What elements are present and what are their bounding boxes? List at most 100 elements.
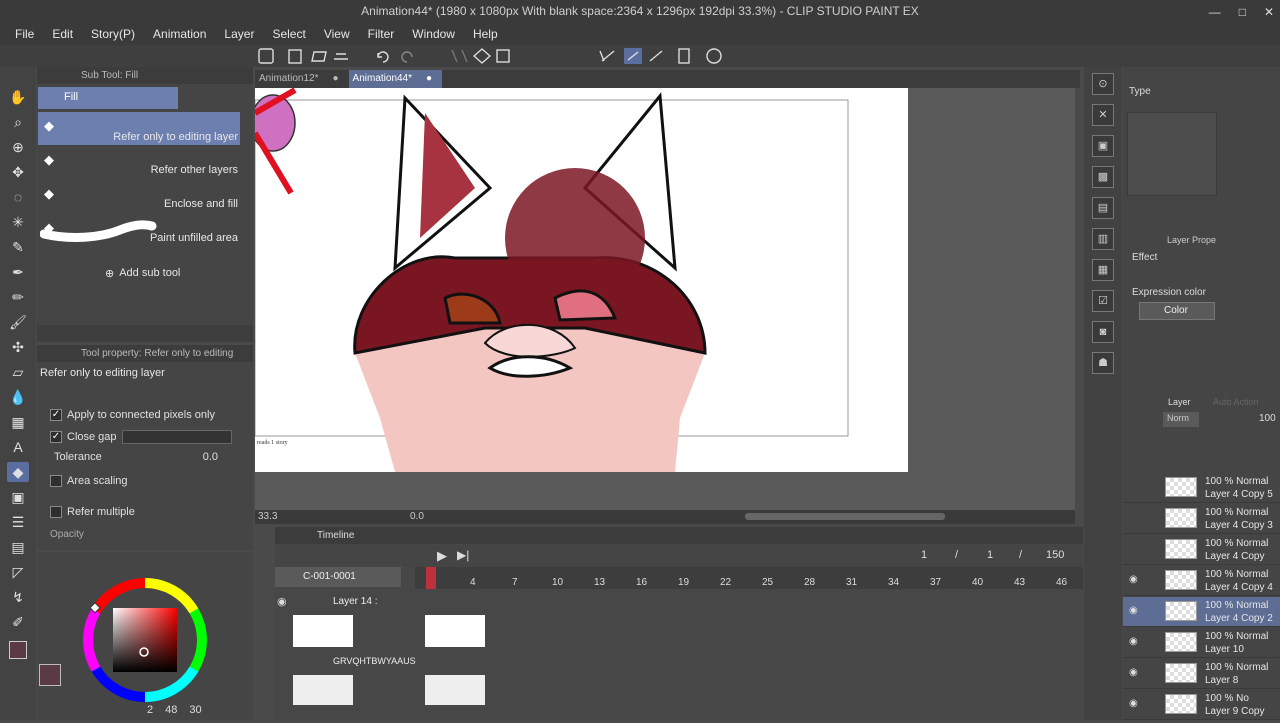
main-color-chip[interactable] [39,664,61,686]
zoom-value[interactable]: 33.3 [258,511,277,522]
tolerance-row[interactable]: Tolerance 0.0 [54,448,218,466]
eye-icon[interactable]: ◉ [1129,667,1138,678]
pen-icon[interactable]: ✒ [7,262,29,282]
image-icon[interactable]: ▦ [1092,259,1114,281]
subtool-paint-unfilled[interactable]: ◆ Paint unfilled area [38,214,240,246]
main-color-swatch[interactable] [9,641,27,659]
menu-file[interactable]: File [6,27,43,41]
text-icon[interactable]: A [7,437,29,457]
add-subtool-button[interactable]: ⊕ Add sub tool [105,267,180,280]
zoom-icon[interactable]: ⌕ [7,112,29,132]
frame-icon[interactable]: ☰ [7,512,29,532]
track-row-layer14[interactable]: ◉ Layer 14 : [275,591,1083,647]
track-cel[interactable] [425,615,485,647]
folder-icon[interactable]: ▥ [1092,228,1114,250]
menu-story[interactable]: Story(P) [82,27,144,41]
layer-row[interactable]: ◉ 100 % Normal Layer 10 [1123,628,1280,658]
maximize-button[interactable]: □ [1239,5,1246,19]
layer-property-tab[interactable]: Layer Prope [1167,235,1216,245]
canvas-viewport[interactable]: reads 1 story [255,88,1075,510]
menu-filter[interactable]: Filter [359,27,404,41]
menu-view[interactable]: View [315,27,359,41]
subtool-refer-other[interactable]: ◆ Refer other layers [38,146,240,178]
eye-icon[interactable]: ◉ [1129,574,1138,585]
dropper-icon[interactable]: ✐ [7,612,29,632]
tab-animation44[interactable]: Animation44* ● [348,70,443,88]
checkbox-checked-icon[interactable]: ✓ [50,431,62,443]
pencil-icon[interactable]: ✏ [7,287,29,307]
layer-row[interactable]: 100 % Normal Layer 4 Copy 3 [1123,504,1280,534]
menu-animation[interactable]: Animation [144,27,215,41]
eye-icon[interactable]: ◉ [1129,636,1138,647]
ruler-tool-icon[interactable]: ◸ [7,562,29,582]
close-button[interactable]: ✕ [1264,5,1274,19]
frame-ruler[interactable]: 1 4 7 10 13 16 19 22 25 28 31 34 37 40 4… [415,567,1083,589]
eye-icon[interactable]: ◉ [1129,698,1138,709]
layer-row-selected[interactable]: ◉ 100 % Normal Layer 4 Copy 2 [1123,597,1280,627]
hand-icon[interactable]: ✋ [7,87,29,107]
eye-icon[interactable]: ◉ [1129,605,1138,616]
operation-icon[interactable]: ⊕ [7,137,29,157]
brush-icon[interactable]: 🖌 [7,312,29,332]
menu-select[interactable]: Select [263,27,314,41]
layer-row[interactable]: 100 % Normal Layer 4 Copy 5 [1123,473,1280,503]
eyedropper-icon[interactable]: ✎ [7,237,29,257]
track-row-grv[interactable]: GRVQHTBWYAAUS [275,651,1083,707]
subtool-group-tab[interactable]: Fill [38,87,178,109]
checkbox-icon[interactable] [50,506,62,518]
color-wheel[interactable] [37,552,253,720]
fill-icon[interactable]: ◆ [7,462,29,482]
tab-close-icon[interactable]: ● [332,70,338,88]
close-panel-icon[interactable]: ✕ [1092,104,1114,126]
refer-multiple-row[interactable]: Refer multiple [50,503,135,521]
gradient-icon[interactable]: ▣ [7,487,29,507]
menu-edit[interactable]: Edit [43,27,82,41]
track-cel[interactable] [425,675,485,705]
layer-row[interactable]: ◉ 100 % Normal Layer 4 Copy 4 [1123,566,1280,596]
subtool-refer-editing[interactable]: ◆ Refer only to editing layer [38,112,240,145]
auto-action-tab[interactable]: Auto Action [1213,397,1259,407]
angle-value[interactable]: 0.0 [410,511,424,522]
play-icon[interactable]: ▶ [437,548,447,564]
opacity-value[interactable]: 100 [1259,413,1276,424]
tone-icon[interactable]: ▩ [1092,166,1114,188]
correct-line-icon[interactable]: ↯ [7,587,29,607]
camera-icon[interactable]: ◙ [1092,321,1114,343]
area-scaling-row[interactable]: Area scaling [50,472,128,490]
airbrush-icon[interactable]: ✣ [7,337,29,357]
menu-window[interactable]: Window [403,27,464,41]
tab-close-icon[interactable]: ● [426,70,432,88]
minimize-button[interactable]: — [1209,5,1221,19]
menu-layer[interactable]: Layer [215,27,263,41]
blend-mode-select[interactable]: Norm [1163,412,1199,427]
lasso-icon[interactable]: ◌ [7,187,29,207]
next-frame-icon[interactable]: ▶| [457,548,469,562]
menu-help[interactable]: Help [464,27,507,41]
layer-tab[interactable]: Layer [1168,397,1191,407]
subtool-enclose-fill[interactable]: ◆ Enclose and fill [38,180,240,212]
figure-icon[interactable]: ☗ [1092,352,1114,374]
close-gap-row[interactable]: ✓ Close gap [50,428,232,446]
eye-icon[interactable]: ◉ [277,595,287,608]
expression-select[interactable]: Color [1139,302,1215,320]
tab-animation12[interactable]: Animation12* ● [255,70,349,88]
track-select[interactable]: C-001-0001 [275,567,401,587]
gap-level-bar[interactable] [121,430,232,444]
layer-row[interactable]: 100 % Normal Layer 4 Copy [1123,535,1280,565]
eraser-icon[interactable]: ▱ [7,362,29,382]
check-icon[interactable]: ☑ [1092,290,1114,312]
layer-row[interactable]: ◉ 100 % Normal Layer 8 [1123,659,1280,689]
layer-icon[interactable]: ▣ [1092,135,1114,157]
checkbox-checked-icon[interactable]: ✓ [50,409,62,421]
navigator-icon[interactable]: ⊙ [1092,73,1114,95]
figure-icon[interactable]: ▦ [7,412,29,432]
balloon-icon[interactable]: ▤ [7,537,29,557]
layer-row[interactable]: ◉ 100 % No Layer 9 Copy [1123,690,1280,720]
opacity-row[interactable]: Opacity [50,525,84,543]
checkbox-icon[interactable] [50,475,62,487]
horizontal-scrollbar[interactable] [745,513,945,520]
apply-connected-row[interactable]: ✓ Apply to connected pixels only [50,406,215,424]
blend-icon[interactable]: 💧 [7,387,29,407]
material-icon[interactable]: ▤ [1092,197,1114,219]
move-icon[interactable]: ✥ [7,162,29,182]
